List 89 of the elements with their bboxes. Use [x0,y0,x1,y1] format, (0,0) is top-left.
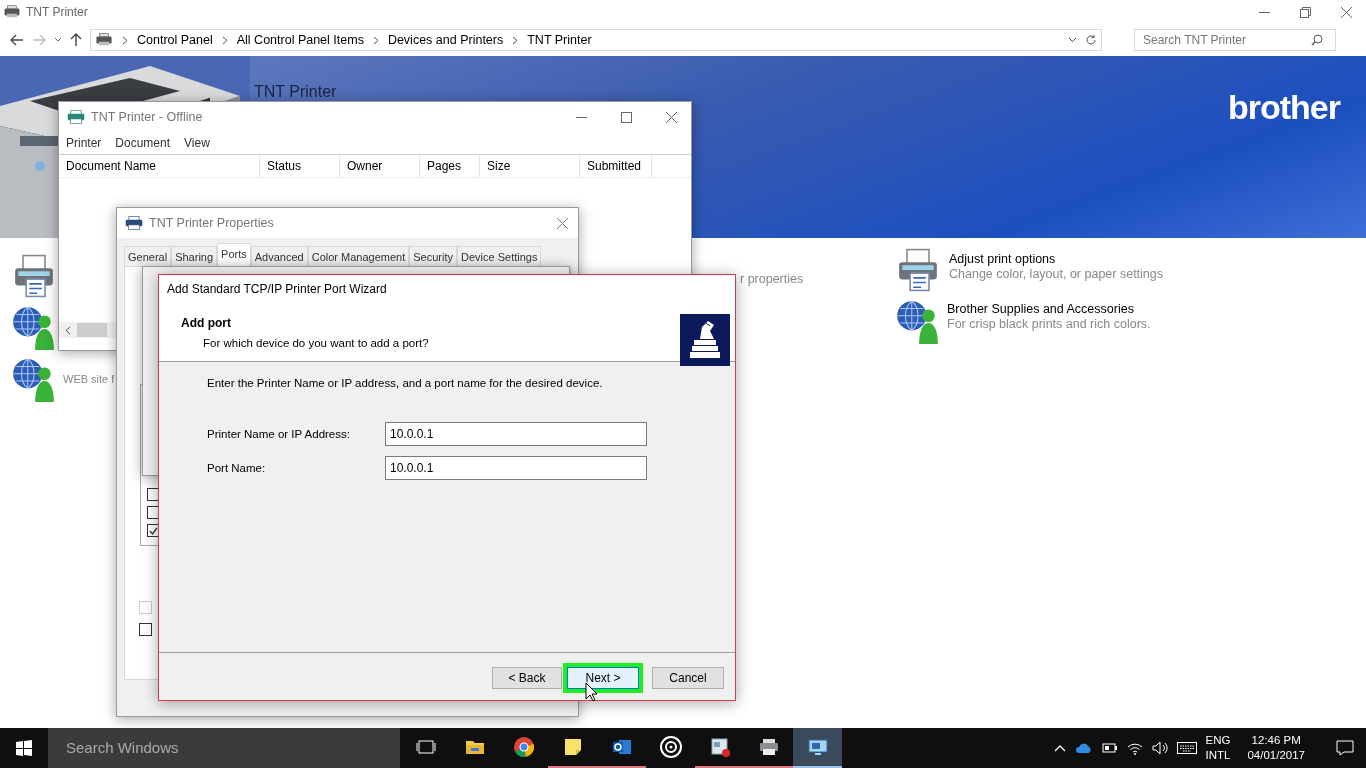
column-header[interactable]: Submitted [580,155,652,177]
checkbox[interactable] [139,623,152,636]
checkmark-icon [149,526,158,535]
breadcrumb-item[interactable]: All Control Panel Items [236,30,364,50]
refresh-icon[interactable] [1085,34,1097,46]
language-indicator[interactable]: ENG [1205,733,1231,748]
close-button[interactable] [557,217,568,229]
window-title: Add Standard TCP/IP Printer Port Wizard [159,275,735,303]
input-field[interactable]: 10.0.0.1 [385,422,647,447]
tab[interactable]: General [124,246,172,266]
close-button[interactable] [666,111,677,123]
battery-icon[interactable] [1101,743,1118,753]
window-title: TNT Printer [26,4,88,21]
column-header[interactable]: Owner [340,155,420,177]
printer-icon [125,216,143,230]
recent-locations-button[interactable] [54,37,62,43]
scrollbar-thumb[interactable] [77,323,107,337]
globe-person-icon[interactable] [896,298,938,344]
task-description: For crisp black prints and rich colors. [947,317,1151,332]
printer-icon [67,110,85,124]
breadcrumb-item[interactable]: Devices and Printers [387,30,504,50]
notification-icon[interactable] [1336,740,1354,756]
globe-person-icon[interactable] [12,356,54,402]
printer-icon[interactable] [12,254,56,298]
tab[interactable]: Sharing [171,246,218,266]
search-box[interactable]: Search Windows [48,728,400,768]
scroll-left-icon[interactable] [65,325,71,335]
tab[interactable]: Security [409,246,457,266]
wizard-heading: Add port [181,316,231,330]
chevron-up-icon[interactable] [1053,744,1066,752]
task-link[interactable]: Brother Supplies and Accessories [947,302,1151,317]
cursor-icon [585,682,598,702]
clock-date[interactable]: 04/01/2017 [1247,748,1305,763]
column-header[interactable]: Document Name [59,155,260,177]
browser-icon [511,735,536,759]
back-button[interactable] [10,34,24,46]
maximize-button[interactable] [621,111,632,123]
dropdown-icon[interactable] [1068,37,1077,43]
chevron-icon [372,35,379,45]
breadcrumb-item[interactable]: Control Panel [137,30,213,50]
tab[interactable]: Color Management [307,246,410,266]
disc-icon [658,735,683,759]
search-field[interactable]: Search TNT Printer [1141,30,1311,50]
breadcrumb-item[interactable]: TNT Printer [527,30,592,50]
address-bar[interactable]: Control Panel All Control Panel Items Devices and Printers TNT Printer [90,29,1102,51]
instruction-text: Enter the Printer Name or IP address, and a port name for the desired device. [207,376,604,391]
wizard-subheading: For which device do you want to add a port? [202,336,430,351]
close-button[interactable] [1341,6,1352,18]
column-header[interactable]: Size [480,155,580,177]
wifi-icon[interactable] [1126,741,1143,755]
tab[interactable]: Ports [217,243,251,266]
globe-person-icon[interactable] [12,304,54,350]
restore-button[interactable] [1300,6,1311,18]
windows-logo-icon[interactable] [16,740,32,756]
input-field[interactable]: 10.0.0.1 [385,456,647,481]
clock-time[interactable]: 12:46 PM [1247,733,1305,748]
search-icon [1311,34,1323,46]
menu-item[interactable]: View [184,134,210,152]
button[interactable]: < Back [492,667,562,689]
printer-icon[interactable] [896,248,940,292]
window-title: TNT Printer - Offline [91,108,203,126]
search-field[interactable]: Search Windows [64,735,364,761]
field-label: Port Name: [207,460,267,476]
chevron-icon [122,35,128,45]
window-title: TNT Printer Properties [149,214,274,232]
keyboard-icon[interactable] [1176,742,1197,754]
printer-icon [95,33,113,47]
chevron-icon [221,35,228,45]
chevron-icon [512,35,519,45]
column-header[interactable]: Pages [420,155,480,177]
cloud-icon[interactable] [1074,742,1093,754]
task-link[interactable]: WEB site f [63,370,115,388]
menu-item[interactable]: Document [115,134,171,152]
tab[interactable]: Device Settings [457,246,542,266]
field-label: Printer Name or IP Address: [207,426,351,442]
menu-item[interactable]: Printer [66,134,102,152]
keyboard-layout[interactable]: INTL [1205,748,1231,763]
tab[interactable]: Advanced [250,246,308,266]
column-header[interactable]: Status [260,155,340,177]
search-box[interactable]: Search TNT Printer [1134,29,1336,51]
task-description: Change color, layout, or paper settings [949,267,1164,282]
task-description: r properties [740,271,805,288]
brand-logo: brother [1228,87,1342,128]
up-button[interactable] [70,33,82,47]
speaker-icon[interactable] [1151,741,1168,755]
printer-icon [4,5,20,19]
task-link[interactable]: Adjust print options [949,252,1164,267]
banner-title: TNT Printer [254,82,337,102]
button[interactable]: Cancel [652,667,724,689]
